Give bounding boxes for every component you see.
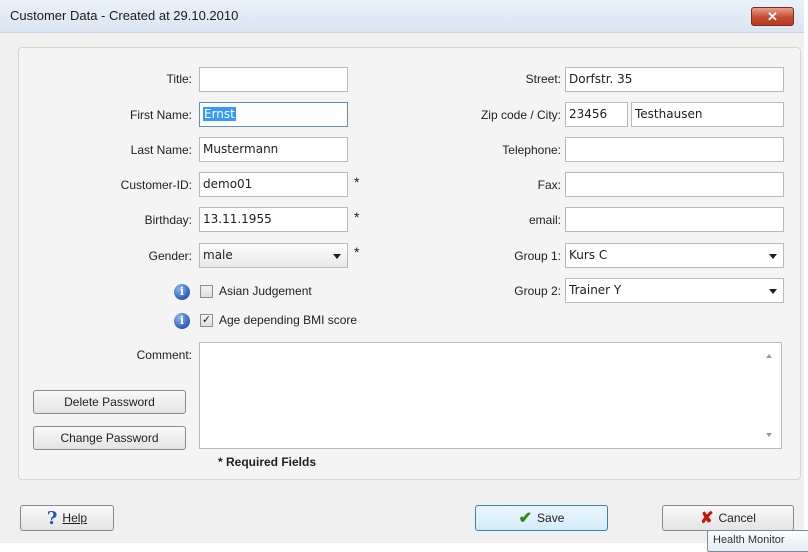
change-password-button[interactable]: Change Password — [33, 426, 186, 450]
checkmark-icon: ✔ — [518, 510, 533, 527]
help-button[interactable]: ? Help — [20, 505, 114, 531]
first-name-label: First Name: — [129, 108, 192, 122]
help-icon: ? — [46, 507, 58, 529]
fax-field[interactable] — [565, 172, 784, 197]
save-button[interactable]: ✔ Save — [475, 505, 608, 531]
cancel-button[interactable]: ✘ Cancel — [662, 505, 794, 531]
gender-select[interactable]: male — [199, 243, 348, 268]
check-icon: ✓ — [201, 314, 212, 326]
chevron-down-icon — [769, 254, 777, 259]
birthday-required-mark: * — [354, 209, 360, 225]
comment-label: Comment: — [136, 348, 192, 362]
health-monitor-tooltip: Health Monitor — [707, 530, 808, 552]
group1-label: Group 1: — [514, 249, 561, 263]
group2-value: Trainer Y — [569, 283, 622, 297]
asian-judgement-checkbox[interactable] — [200, 285, 213, 298]
title-label: Title: — [166, 72, 192, 86]
chevron-down-icon — [333, 254, 341, 259]
zip-field[interactable]: 23456 — [565, 102, 628, 127]
bmi-checkbox[interactable]: ✓ — [200, 314, 213, 327]
group1-value: Kurs C — [569, 248, 608, 262]
email-field[interactable] — [565, 207, 784, 232]
required-fields-note: * Required Fields — [218, 455, 317, 469]
cancel-x-icon: ✘ — [700, 510, 714, 527]
group2-select[interactable]: Trainer Y — [565, 278, 784, 303]
window-edge — [804, 0, 808, 543]
gender-value: male — [203, 248, 233, 262]
customer-data-dialog: Customer Data - Created at 29.10.2010 ✕ … — [0, 0, 804, 543]
fax-label: Fax: — [537, 178, 561, 192]
customer-id-field[interactable]: demo01 — [199, 172, 348, 197]
window-title: Customer Data - Created at 29.10.2010 — [10, 8, 239, 23]
close-button[interactable]: ✕ — [751, 7, 794, 26]
telephone-label: Telephone: — [502, 143, 561, 157]
last-name-label: Last Name: — [130, 143, 192, 157]
info-icon[interactable]: i — [174, 313, 190, 329]
customer-id-required-mark: * — [354, 174, 360, 190]
info-icon[interactable]: i — [174, 284, 190, 300]
gender-label: Gender: — [148, 249, 192, 263]
group2-label: Group 2: — [514, 284, 561, 298]
telephone-field[interactable] — [565, 137, 784, 162]
close-icon: ✕ — [767, 9, 778, 24]
zip-city-label: Zip code / City: — [480, 108, 561, 122]
email-label: email: — [528, 213, 561, 227]
first-name-field[interactable]: Ernst — [199, 102, 348, 127]
city-field[interactable]: Testhausen — [631, 102, 784, 127]
delete-password-label: Delete Password — [64, 395, 155, 409]
cancel-label: Cancel — [718, 511, 756, 525]
help-label: Help — [62, 511, 88, 525]
title-field[interactable] — [199, 67, 348, 92]
delete-password-button[interactable]: Delete Password — [33, 390, 186, 414]
scroll-down-arrow-icon[interactable] — [766, 433, 772, 437]
asian-judgement-label: Asian Judgement — [219, 284, 312, 298]
gender-required-mark: * — [354, 244, 360, 260]
bmi-label: Age depending BMI score — [219, 313, 358, 327]
change-password-label: Change Password — [60, 431, 159, 445]
birthday-label: Birthday: — [144, 213, 192, 227]
first-name-selected-text: Ernst — [203, 107, 236, 121]
comment-textarea[interactable] — [199, 342, 782, 449]
birthday-field[interactable]: 13.11.1955 — [199, 207, 348, 232]
scroll-up-arrow-icon[interactable] — [766, 354, 772, 358]
group1-select[interactable]: Kurs C — [565, 243, 784, 268]
chevron-down-icon — [769, 289, 777, 294]
save-label: Save — [537, 511, 565, 525]
street-field[interactable]: Dorfstr. 35 — [565, 67, 784, 92]
customer-id-label: Customer-ID: — [120, 178, 192, 192]
title-bar: Customer Data - Created at 29.10.2010 ✕ — [0, 0, 804, 33]
street-label: Street: — [525, 72, 561, 86]
last-name-field[interactable]: Mustermann — [199, 137, 348, 162]
